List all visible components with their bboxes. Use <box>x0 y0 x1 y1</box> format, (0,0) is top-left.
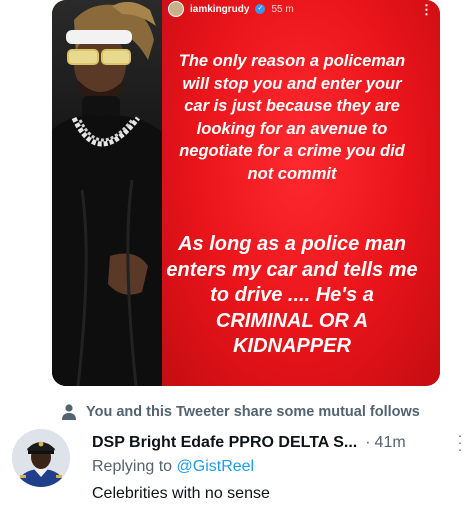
story-header: iamkingrudy ✓ 55 m <box>168 0 294 18</box>
replying-to-line: Replying to @GistReel <box>92 458 254 480</box>
tweet-text: Celebrities with no sense <box>92 485 270 502</box>
police-officer-avatar-image <box>12 429 70 487</box>
tweet-timestamp[interactable]: 41m <box>375 434 406 452</box>
avatar[interactable] <box>12 429 70 487</box>
verified-badge-icon: ✓ <box>255 4 266 14</box>
tweet-header: DSP Bright Edafe PPRO DELTA S... · 41m ·… <box>92 428 464 456</box>
story-avatar <box>168 1 184 17</box>
person-illustration <box>52 1 162 386</box>
mutual-follows-context: You and this Tweeter share some mutual f… <box>62 402 420 422</box>
separator-dot: · <box>365 434 371 451</box>
more-options-icon[interactable]: · · · <box>456 428 464 456</box>
replying-to-handle-link[interactable]: @GistReel <box>177 458 255 475</box>
mutual-follows-text: You and this Tweeter share some mutual f… <box>86 404 420 420</box>
tweet-media-image[interactable]: iamkingrudy ✓ 55 m ⋮ The only reason a p… <box>52 0 440 386</box>
story-text-paragraph-2: As long as a police man enters my car an… <box>166 233 418 357</box>
replying-to-label: Replying to <box>92 458 177 475</box>
story-time: 55 m <box>271 3 294 15</box>
story-username: iamkingrudy <box>190 3 250 15</box>
author-display-name[interactable]: DSP Bright Edafe PPRO DELTA S... <box>92 434 357 452</box>
person-icon <box>62 404 76 420</box>
more-vertical-icon[interactable]: ⋮ <box>420 2 433 18</box>
story-text-paragraph-1: The only reason a policeman will stop yo… <box>178 52 406 183</box>
person-photo <box>52 0 162 386</box>
